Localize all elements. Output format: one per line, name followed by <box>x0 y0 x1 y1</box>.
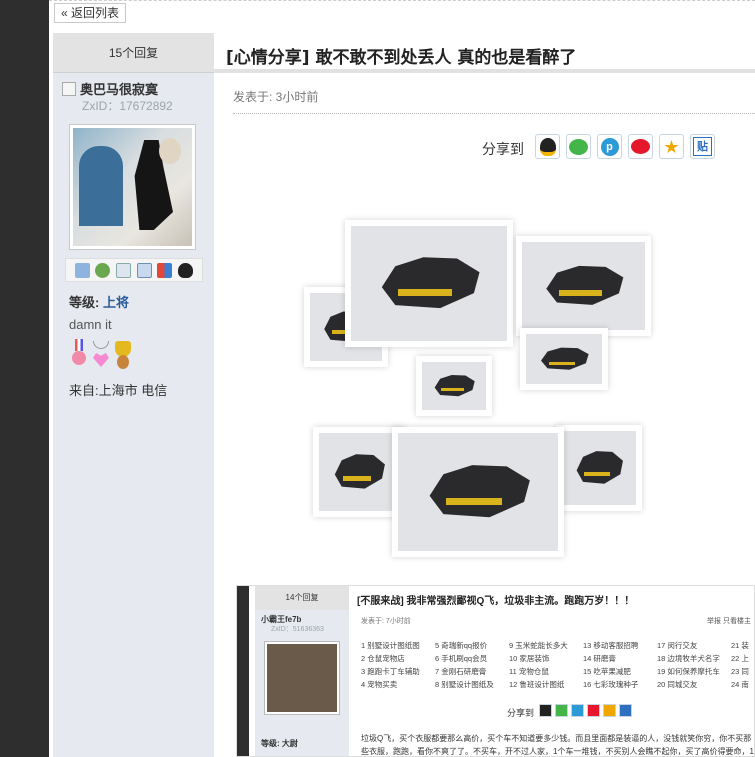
share-weibo-button[interactable] <box>628 134 653 159</box>
share-qq-button[interactable] <box>535 134 560 159</box>
shot-link: 23 同 <box>731 667 749 676</box>
offline-status-icon <box>62 81 76 96</box>
kart-photo <box>520 328 608 390</box>
avatar-image <box>73 128 192 246</box>
ribbon-medal-icon <box>70 339 88 371</box>
pengyou-icon <box>571 704 584 717</box>
qq-icon <box>539 704 552 717</box>
post-time: 发表于: 3小时前 <box>233 90 319 104</box>
shot-ad-links: 1 别墅设计图纸图 5 奇瑞新qq报价 9 玉米蛇能长多大 13 移动客服招聘 … <box>361 640 754 690</box>
shot-link: 19 如何保养摩托车 <box>657 667 720 676</box>
pengyou-icon: p <box>600 137 619 156</box>
author-row: 奥巴马很寂寞 <box>62 79 158 98</box>
weibo-icon <box>631 139 650 154</box>
author-location: 来自:上海市 电信 <box>69 383 168 398</box>
shot-share-label: 分享到 <box>507 708 535 718</box>
wechat-icon <box>569 138 588 155</box>
kart-photo <box>416 356 492 416</box>
shot-link: 5 奇瑞新qq报价 <box>435 641 488 650</box>
kart-photo <box>516 236 651 336</box>
share-label: 分享到 <box>482 141 524 157</box>
shot-title: [不服来战] 我非常强烈鄙视Q飞，垃圾非主流。跑跑万岁！！！ <box>357 596 635 607</box>
shot-body-text: 垃圾Q飞，买个衣服都要那么高价，买个车不知道要多少钱。而且里面都是装逼的人，没钱… <box>361 734 754 756</box>
heart-medal-icon <box>92 339 110 371</box>
shot-link: 14 研磨膏 <box>583 654 616 663</box>
shot-link: 7 金刚石研磨膏 <box>435 667 487 676</box>
shot-link: 17 闵行交友 <box>657 641 698 650</box>
shot-link: 10 家居装饰 <box>509 654 550 663</box>
author-signature: damn it <box>69 317 112 332</box>
share-favorite-button[interactable]: ★ <box>659 134 684 159</box>
embedded-forum-screenshot[interactable]: 14个回复 [不服来战] 我非常强烈鄙视Q飞，垃圾非主流。跑跑万岁！！！ 小霸王… <box>236 585 755 757</box>
shot-link: 12 鲁班设计图纸 <box>509 680 565 689</box>
level-value[interactable]: 上将 <box>103 295 129 310</box>
shot-link: 2 仓鼠宠物店 <box>361 654 405 663</box>
qq-icon <box>539 137 556 156</box>
thread-title: [心情分享] 敢不敢不到处丢人 真的也是看醉了 <box>226 48 577 68</box>
shot-link: 9 玉米蛇能长多大 <box>509 641 568 650</box>
avatar[interactable] <box>69 124 196 250</box>
shot-link: 16 七彩玫瑰种子 <box>583 680 639 689</box>
profile-icon[interactable] <box>116 262 132 278</box>
medal-list <box>70 339 132 371</box>
kart-photo <box>392 427 564 557</box>
share-tieba-button[interactable]: 贴 <box>690 134 715 159</box>
top-bar <box>49 0 755 26</box>
shot-link: 3 跑跑卡丁车辅助 <box>361 667 420 676</box>
shot-link: 21 装 <box>731 641 749 650</box>
author-name[interactable]: 奥巴马很寂寞 <box>80 79 158 98</box>
shot-dark-strip <box>237 586 249 756</box>
shot-link: 6 手机刷qq会员 <box>435 654 488 663</box>
author-zxid: ZxID：17672892 <box>82 99 173 113</box>
wechat-icon <box>555 704 568 717</box>
shot-link: 15 吃苹果减肥 <box>583 667 631 676</box>
author-level: 等级: 上将 <box>69 292 129 311</box>
kart-photo <box>345 220 513 347</box>
shot-link: 24 南 <box>731 680 749 689</box>
shot-share-icons <box>539 704 632 717</box>
card-icon[interactable] <box>136 262 152 278</box>
kart-image-collage[interactable] <box>304 205 664 565</box>
shot-post-time: 发表于: 7小时前 <box>361 618 411 625</box>
forum-page: « 返回列表 15个回复 [心情分享] 敢不敢不到处丢人 真的也是看醉了 奥巴马… <box>0 0 755 757</box>
shot-link: 11 宠物仓鼠 <box>509 667 549 676</box>
share-friends-button[interactable]: p <box>597 134 622 159</box>
back-to-list-button[interactable]: « 返回列表 <box>54 3 127 23</box>
kart-photo <box>556 425 642 511</box>
shot-link: 1 别墅设计图纸图 <box>361 641 420 650</box>
shot-zxid: ZxID：51636363 <box>271 626 324 633</box>
mail-icon[interactable] <box>74 262 90 278</box>
shot-link: 4 宠物买卖 <box>361 680 398 689</box>
add-friend-icon[interactable] <box>95 262 111 278</box>
reply-count: 15个回复 <box>53 33 214 73</box>
tieba-icon <box>619 704 632 717</box>
shot-report-links: 举报 只看楼主 <box>707 618 751 625</box>
shot-link: 22 上 <box>731 654 749 663</box>
shot-reply-count: 14个回复 <box>255 586 349 610</box>
shot-link: 20 同城交友 <box>657 680 698 689</box>
level-label: 等级: <box>69 295 100 310</box>
shot-level: 等级: 大尉 <box>261 739 298 748</box>
qq-icon[interactable] <box>178 262 194 278</box>
gift-icon[interactable] <box>157 262 173 278</box>
shot-link: 18 边境牧羊犬名字 <box>657 654 720 663</box>
tieba-icon: 贴 <box>693 137 712 156</box>
share-wechat-button[interactable] <box>566 134 591 159</box>
left-dark-strip <box>0 0 49 757</box>
shot-avatar <box>264 641 340 715</box>
shot-link: 8 别墅设计图纸及 <box>435 680 494 689</box>
star-icon <box>603 704 616 717</box>
divider <box>233 113 755 114</box>
weibo-icon <box>587 704 600 717</box>
star-icon: ★ <box>663 136 680 157</box>
trophy-medal-icon <box>114 339 132 371</box>
profile-action-icons <box>65 258 203 282</box>
shot-link: 13 移动客服招聘 <box>583 641 639 650</box>
